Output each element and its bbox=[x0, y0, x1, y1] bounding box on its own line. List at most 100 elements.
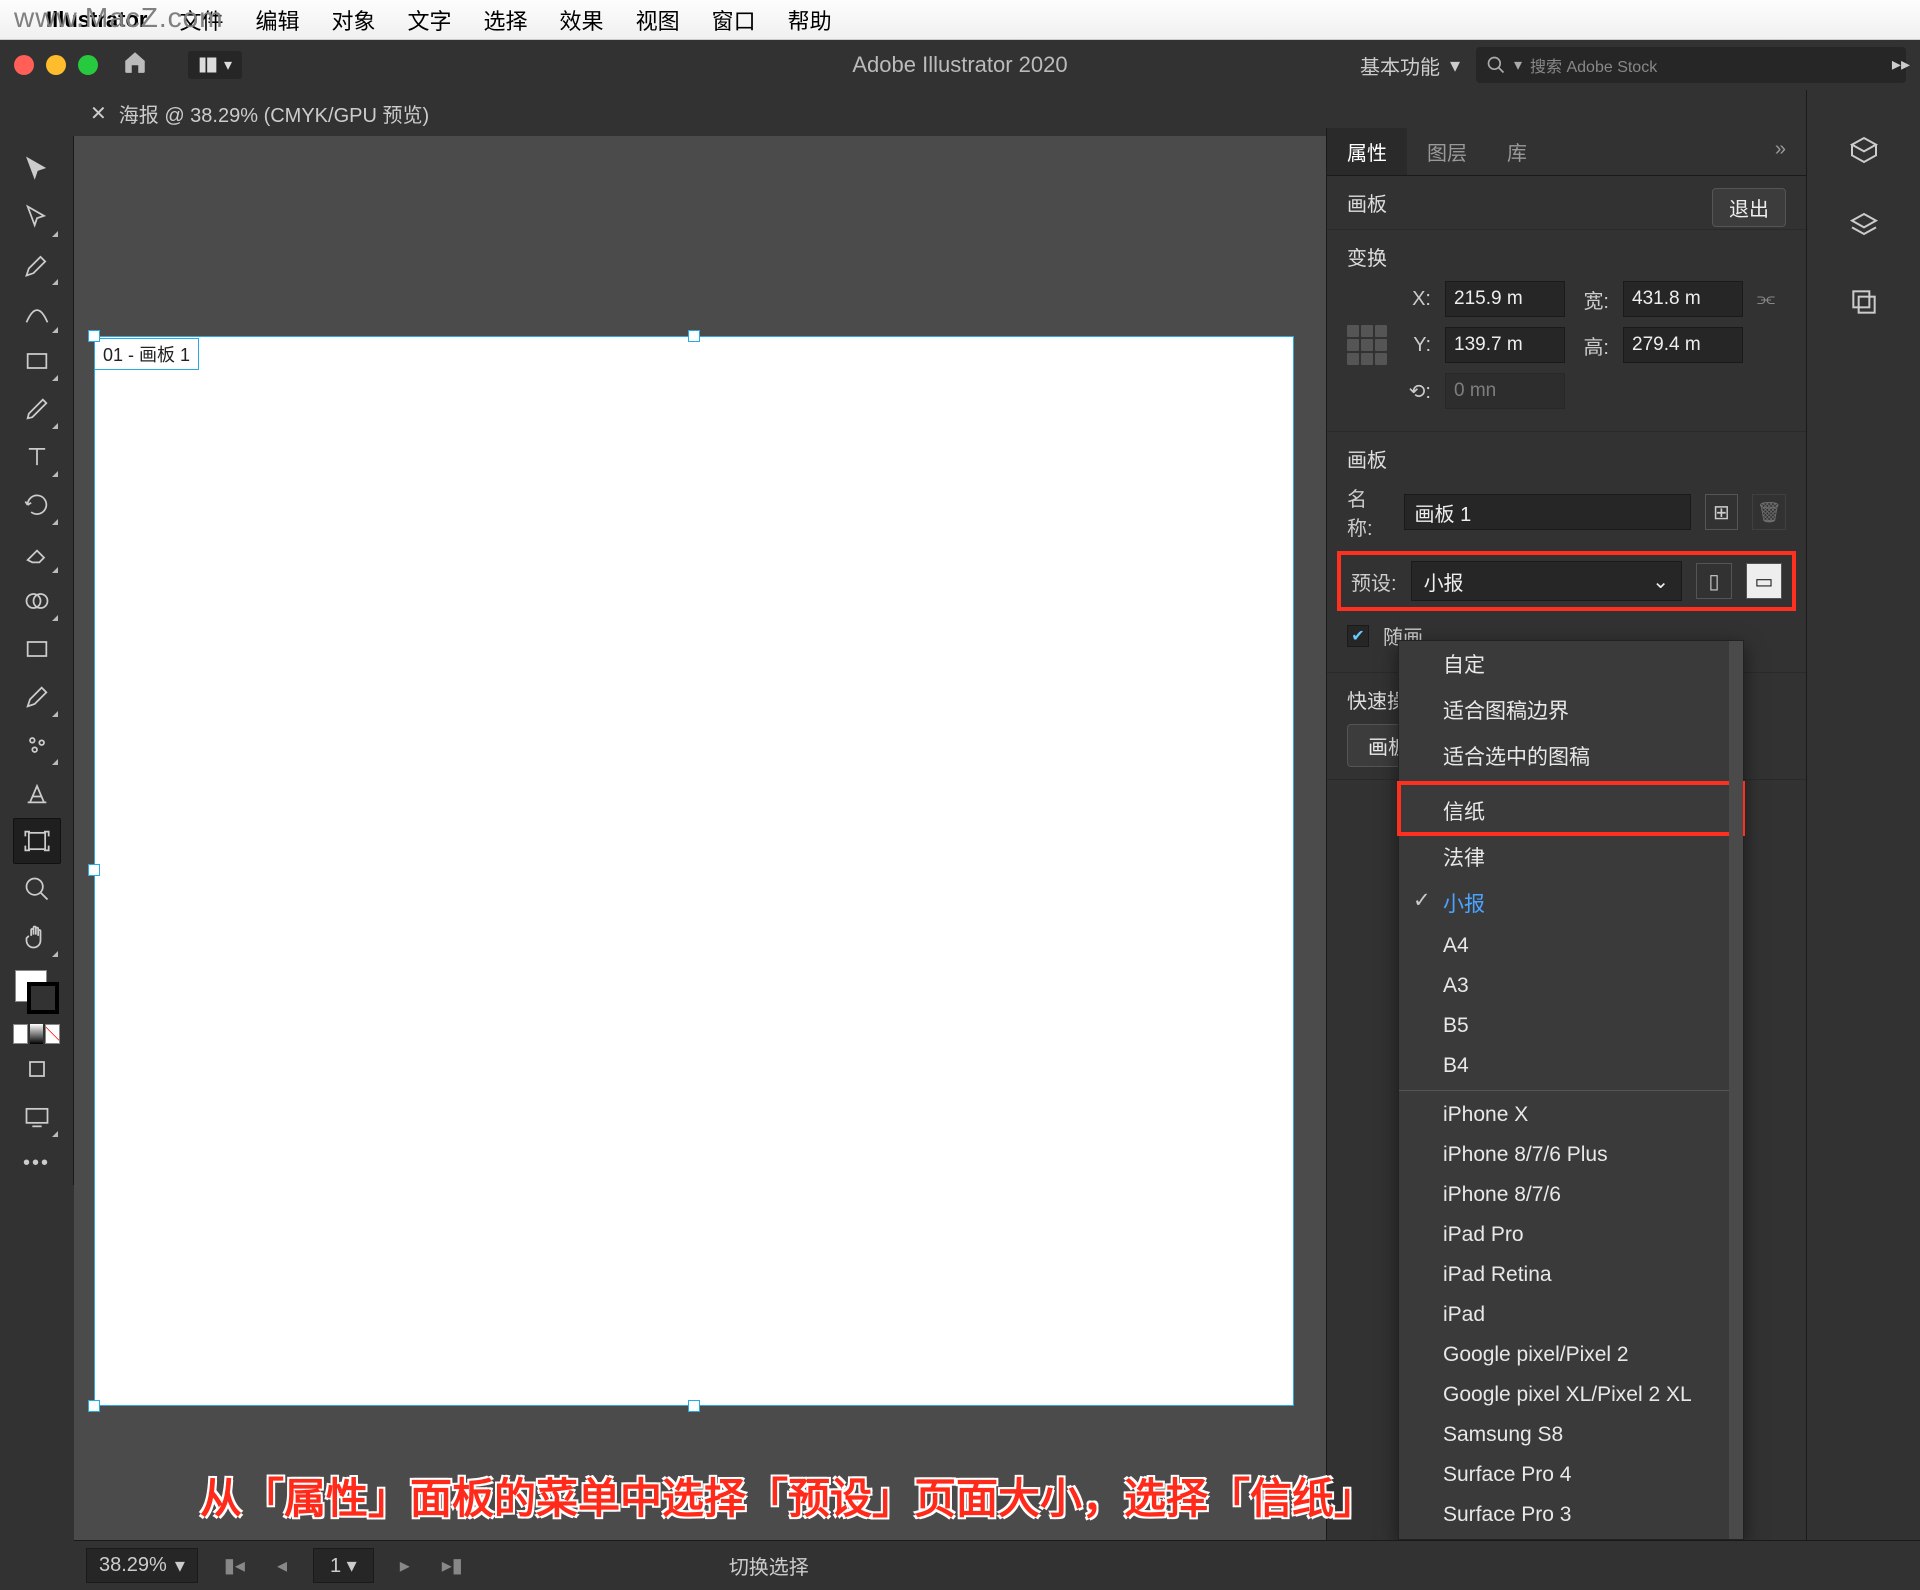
preset-option[interactable]: B4 bbox=[1399, 1046, 1743, 1086]
panel-icon-artboards[interactable] bbox=[1844, 282, 1884, 322]
preset-option[interactable]: 自定 bbox=[1399, 641, 1743, 687]
home-icon[interactable] bbox=[122, 49, 148, 82]
zoom-tool[interactable] bbox=[13, 866, 61, 912]
width-input[interactable] bbox=[1623, 281, 1743, 317]
menu-effect[interactable]: 效果 bbox=[560, 4, 604, 36]
preset-option[interactable]: Surface Pro 3 bbox=[1399, 1495, 1743, 1535]
fill-stroke-swatch[interactable] bbox=[13, 968, 61, 1016]
move-artwork-checkbox[interactable]: ✔ bbox=[1347, 625, 1369, 647]
preset-option[interactable]: iPhone 8/7/6 bbox=[1399, 1175, 1743, 1215]
selection-handle[interactable] bbox=[688, 1400, 700, 1412]
curvature-tool[interactable] bbox=[13, 290, 61, 336]
preset-option[interactable]: iPad Pro bbox=[1399, 1215, 1743, 1255]
artboard[interactable] bbox=[94, 336, 1294, 1406]
prev-artboard-icon[interactable]: ◂ bbox=[271, 1553, 293, 1578]
gradient-tool[interactable] bbox=[13, 626, 61, 672]
menu-file[interactable]: 文件 bbox=[179, 4, 223, 36]
paintbrush-tool[interactable] bbox=[13, 386, 61, 432]
direct-selection-tool[interactable] bbox=[13, 194, 61, 240]
selection-tool[interactable] bbox=[13, 146, 61, 192]
preset-option[interactable]: Google pixel/Pixel 2 bbox=[1399, 1335, 1743, 1375]
height-input[interactable] bbox=[1623, 327, 1743, 363]
selection-handle[interactable] bbox=[88, 330, 100, 342]
minimize-window-button[interactable] bbox=[46, 55, 66, 75]
menu-select[interactable]: 选择 bbox=[484, 4, 528, 36]
menu-window[interactable]: 窗口 bbox=[712, 4, 756, 36]
artboard-number[interactable]: 1 ▾ bbox=[313, 1548, 374, 1583]
menu-help[interactable]: 帮助 bbox=[788, 4, 832, 36]
tab-library[interactable]: 库 bbox=[1487, 128, 1547, 175]
preset-option[interactable]: 信纸 bbox=[1399, 783, 1743, 834]
color-mode-swatches[interactable] bbox=[13, 1024, 61, 1044]
perspective-grid-tool[interactable] bbox=[13, 770, 61, 816]
edit-toolbar[interactable]: ••• bbox=[23, 1152, 50, 1175]
x-input[interactable] bbox=[1445, 281, 1565, 317]
zoom-level[interactable]: 38.29%▾ bbox=[86, 1548, 198, 1583]
panel-collapse-icon[interactable]: » bbox=[1755, 128, 1806, 175]
last-artboard-icon[interactable]: ▸▮ bbox=[436, 1553, 469, 1578]
panel-icon-layers[interactable] bbox=[1844, 206, 1884, 246]
stroke-color[interactable] bbox=[27, 982, 59, 1014]
tab-properties[interactable]: 属性 bbox=[1327, 128, 1407, 175]
eyedropper-tool[interactable] bbox=[13, 674, 61, 720]
shape-builder-tool[interactable] bbox=[13, 578, 61, 624]
pen-tool[interactable] bbox=[13, 242, 61, 288]
rotate-tool[interactable] bbox=[13, 482, 61, 528]
first-artboard-icon[interactable]: ▮◂ bbox=[218, 1553, 251, 1578]
symbol-sprayer-tool[interactable] bbox=[13, 722, 61, 768]
reference-point-grid[interactable] bbox=[1347, 325, 1387, 365]
preset-option[interactable]: iPad Retina bbox=[1399, 1255, 1743, 1295]
artboard-name-input[interactable] bbox=[1404, 494, 1691, 530]
menu-edit[interactable]: 编辑 bbox=[255, 4, 299, 36]
workspace-switcher[interactable]: 基本功能▾ bbox=[1360, 51, 1460, 80]
exit-button[interactable]: 退出 bbox=[1712, 188, 1786, 227]
document-tab-title[interactable]: 海报 @ 38.29% (CMYK/GPU 预览) bbox=[119, 99, 429, 128]
dropdown-scrollbar[interactable] bbox=[1729, 641, 1743, 1539]
layout-switcher[interactable]: ▾ bbox=[188, 51, 242, 79]
close-window-button[interactable] bbox=[14, 55, 34, 75]
preset-option[interactable]: A4 bbox=[1399, 926, 1743, 966]
type-tool[interactable] bbox=[13, 434, 61, 480]
app-name[interactable]: Illustrator bbox=[46, 7, 147, 33]
preset-option[interactable]: iPad bbox=[1399, 1295, 1743, 1335]
preset-option[interactable]: 小报 bbox=[1399, 880, 1743, 926]
menu-type[interactable]: 文字 bbox=[408, 4, 452, 36]
collapse-dock-icon[interactable]: ▸▸ bbox=[1892, 54, 1910, 75]
y-input[interactable] bbox=[1445, 327, 1565, 363]
preset-option[interactable]: Google pixel XL/Pixel 2 XL bbox=[1399, 1375, 1743, 1415]
preset-option[interactable]: Samsung S8 bbox=[1399, 1415, 1743, 1455]
preset-option[interactable]: B5 bbox=[1399, 1006, 1743, 1046]
close-tab-icon[interactable]: ✕ bbox=[90, 101, 107, 126]
next-artboard-icon[interactable]: ▸ bbox=[394, 1553, 416, 1578]
selection-handle[interactable] bbox=[688, 330, 700, 342]
panel-icon-3d[interactable] bbox=[1844, 130, 1884, 170]
new-artboard-icon[interactable]: ⊞ bbox=[1705, 494, 1739, 530]
preset-option[interactable]: Surface Pro 4 bbox=[1399, 1455, 1743, 1495]
name-label: 名称: bbox=[1347, 483, 1390, 541]
selection-handle[interactable] bbox=[88, 1400, 100, 1412]
tab-layers[interactable]: 图层 bbox=[1407, 128, 1487, 175]
preset-dropdown-menu[interactable]: 自定适合图稿边界适合选中的图稿信纸法律小报A4A3B5B4iPhone XiPh… bbox=[1398, 640, 1744, 1540]
rectangle-tool[interactable] bbox=[13, 338, 61, 384]
eraser-tool[interactable] bbox=[13, 530, 61, 576]
preset-dropdown[interactable]: 小报 ⌄ bbox=[1411, 561, 1682, 601]
preset-option[interactable]: 法律 bbox=[1399, 834, 1743, 880]
draw-mode[interactable] bbox=[13, 1046, 61, 1092]
search-stock-field[interactable]: ▾ 搜索 Adobe Stock bbox=[1476, 47, 1906, 83]
search-placeholder: 搜索 Adobe Stock bbox=[1530, 53, 1657, 77]
preset-option[interactable]: iPhone X bbox=[1399, 1090, 1743, 1135]
preset-option[interactable]: 适合图稿边界 bbox=[1399, 687, 1743, 733]
menu-view[interactable]: 视图 bbox=[636, 4, 680, 36]
fullscreen-window-button[interactable] bbox=[78, 55, 98, 75]
menu-object[interactable]: 对象 bbox=[332, 4, 376, 36]
preset-option[interactable]: iPhone 8/7/6 Plus bbox=[1399, 1135, 1743, 1175]
selection-handle[interactable] bbox=[88, 864, 100, 876]
orientation-portrait-icon[interactable]: ▯ bbox=[1696, 563, 1732, 599]
link-wh-icon[interactable]: ⫘ bbox=[1757, 288, 1775, 311]
screen-mode[interactable] bbox=[13, 1094, 61, 1140]
preset-option[interactable]: 适合选中的图稿 bbox=[1399, 733, 1743, 779]
orientation-landscape-icon[interactable]: ▭ bbox=[1746, 563, 1782, 599]
hand-tool[interactable] bbox=[13, 914, 61, 960]
artboard-tool[interactable] bbox=[13, 818, 61, 864]
preset-option[interactable]: A3 bbox=[1399, 966, 1743, 1006]
